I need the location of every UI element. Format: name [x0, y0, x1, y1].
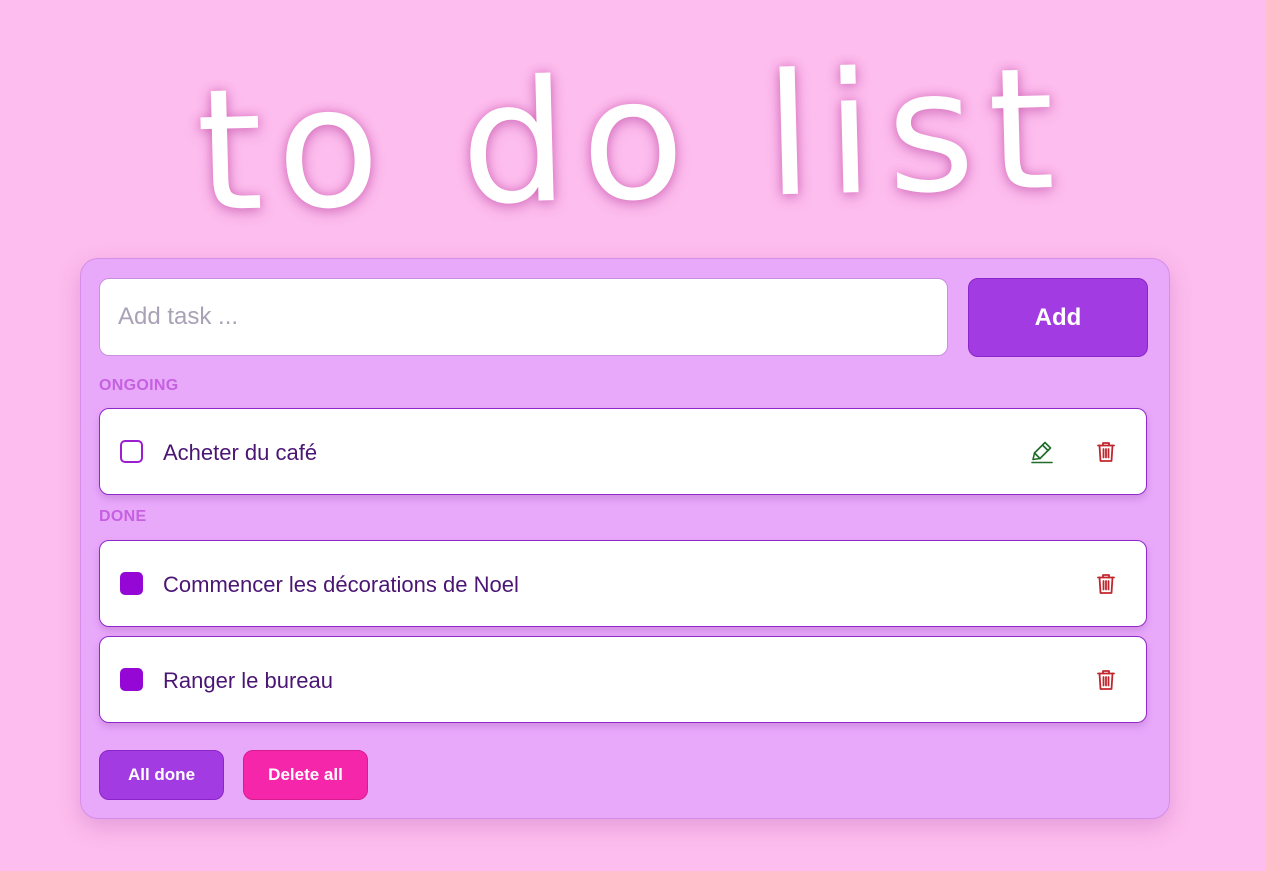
task-checkbox-checked[interactable]: [120, 668, 143, 691]
add-button[interactable]: Add: [968, 278, 1148, 357]
add-task-row: Add: [99, 278, 1148, 358]
all-done-button[interactable]: All done: [99, 750, 224, 800]
delete-task-button[interactable]: [1093, 667, 1119, 693]
app-title: to do list: [194, 30, 1071, 250]
task-item-ongoing: Acheter du café: [99, 408, 1147, 495]
edit-task-button[interactable]: [1029, 439, 1055, 465]
task-item-done: Ranger le bureau: [99, 636, 1147, 723]
delete-all-button[interactable]: Delete all: [243, 750, 368, 800]
edit-pencil-icon: [1031, 441, 1053, 464]
trash-icon: [1097, 574, 1115, 594]
section-label-ongoing: ONGOING: [99, 377, 179, 394]
task-text: Ranger le bureau: [163, 668, 334, 693]
add-task-input[interactable]: [99, 278, 948, 356]
trash-icon: [1097, 442, 1115, 462]
delete-task-button[interactable]: [1093, 439, 1119, 465]
todo-card: Add ONGOING Acheter du café: [80, 258, 1170, 819]
section-label-done: DONE: [99, 508, 147, 525]
task-item-done: Commencer les décorations de Noel: [99, 540, 1147, 627]
task-text: Acheter du café: [163, 440, 318, 465]
task-text: Commencer les décorations de Noel: [163, 572, 519, 597]
delete-task-button[interactable]: [1093, 571, 1119, 597]
page: to do list Add ONGOING Acheter du café: [0, 0, 1265, 871]
trash-icon: [1097, 670, 1115, 690]
task-checkbox-unchecked[interactable]: [120, 440, 143, 463]
task-checkbox-checked[interactable]: [120, 572, 143, 595]
